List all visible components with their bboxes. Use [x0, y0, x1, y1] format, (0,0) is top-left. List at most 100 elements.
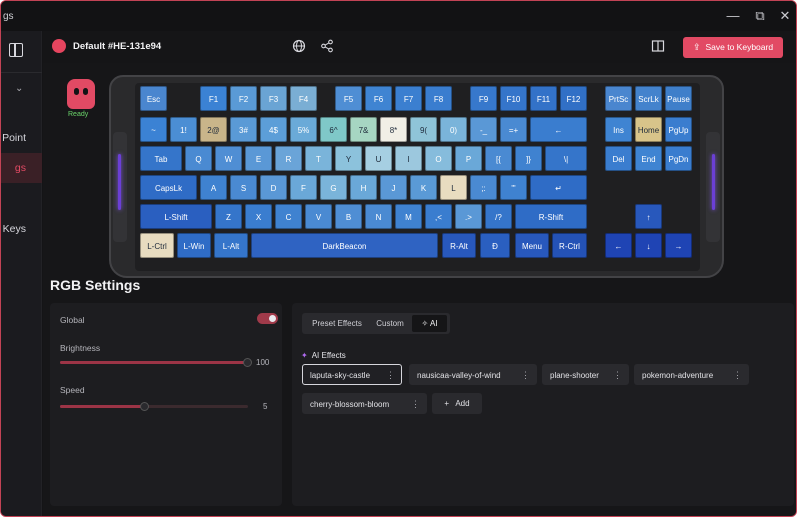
key-comma[interactable]: ,< [425, 204, 452, 229]
key-bslash[interactable]: \| [545, 146, 587, 171]
key-8[interactable]: 8* [380, 117, 407, 142]
key-s[interactable]: S [230, 175, 257, 200]
key-quote[interactable]: "' [500, 175, 527, 200]
key-5[interactable]: 5% [290, 117, 317, 142]
sidebar-item-point[interactable]: Point [1, 123, 42, 153]
globe-icon[interactable] [291, 39, 307, 55]
tab-preset-effects[interactable]: Preset Effects [305, 315, 369, 332]
key-6[interactable]: 6^ [320, 117, 347, 142]
key-w[interactable]: W [215, 146, 242, 171]
minimize-icon[interactable]: — [724, 7, 742, 25]
speed-slider[interactable] [60, 402, 248, 411]
key-space[interactable]: DarkBeacon [251, 233, 438, 258]
key-x[interactable]: X [245, 204, 272, 229]
tab-ai[interactable]: ✧ AI [412, 315, 447, 332]
key-right[interactable]: → [665, 233, 692, 258]
key-rshift[interactable]: R-Shift [515, 204, 587, 229]
key-lshift[interactable]: L-Shift [140, 204, 212, 229]
brightness-slider[interactable] [60, 358, 252, 367]
key-p[interactable]: P [455, 146, 482, 171]
key-k[interactable]: K [410, 175, 437, 200]
key-2[interactable]: 2@ [200, 117, 227, 142]
key-pause[interactable]: Pause [665, 86, 692, 111]
key-h[interactable]: H [350, 175, 377, 200]
key-1[interactable]: 1! [170, 117, 197, 142]
key-o[interactable]: O [425, 146, 452, 171]
key-menu[interactable]: Menu [515, 233, 549, 258]
key-lalt[interactable]: L-Alt [214, 233, 248, 258]
key-down[interactable]: ↓ [635, 233, 662, 258]
effect-chip[interactable]: laputa-sky-castle ⋮ [302, 364, 402, 385]
key-0[interactable]: 0) [440, 117, 467, 142]
key-tilde[interactable]: ~ [140, 117, 167, 142]
key-left[interactable]: ← [605, 233, 632, 258]
sidebar-toggle-icon[interactable] [9, 43, 23, 57]
key-g[interactable]: G [320, 175, 347, 200]
key-i[interactable]: I [395, 146, 422, 171]
key-f4[interactable]: F4 [290, 86, 317, 111]
key-rbrack[interactable]: ]} [515, 146, 542, 171]
key-9[interactable]: 9( [410, 117, 437, 142]
key-esc[interactable]: Esc [140, 86, 167, 111]
more-icon[interactable]: ⋮ [521, 365, 530, 386]
key-caps[interactable]: CapsLk [140, 175, 197, 200]
book-icon[interactable] [650, 39, 666, 55]
share-icon[interactable] [319, 39, 335, 55]
key-f7[interactable]: F7 [395, 86, 422, 111]
key-f1[interactable]: F1 [200, 86, 227, 111]
key-end[interactable]: End [635, 146, 662, 171]
key-3[interactable]: 3# [230, 117, 257, 142]
key-semi[interactable]: ;: [470, 175, 497, 200]
key-f[interactable]: F [290, 175, 317, 200]
profile-name[interactable]: Default #HE-131e94 [73, 41, 161, 52]
key-minus[interactable]: -_ [470, 117, 497, 142]
key-bksp[interactable]: ← [530, 117, 587, 142]
key-f11[interactable]: F11 [530, 86, 557, 111]
save-to-keyboard-button[interactable]: ⇪ Save to Keyboard [683, 37, 783, 58]
key-e[interactable]: E [245, 146, 272, 171]
key-a[interactable]: A [200, 175, 227, 200]
key-u[interactable]: U [365, 146, 392, 171]
key-f3[interactable]: F3 [260, 86, 287, 111]
key-prtsc[interactable]: PrtSc [605, 86, 632, 111]
key-z[interactable]: Z [215, 204, 242, 229]
key-f8[interactable]: F8 [425, 86, 452, 111]
key-f5[interactable]: F5 [335, 86, 362, 111]
effect-chip[interactable]: cherry-blossom-bloom ⋮ [302, 393, 427, 414]
key-f10[interactable]: F10 [500, 86, 527, 111]
key-ins[interactable]: Ins [605, 117, 632, 142]
close-icon[interactable]: ✕ [776, 7, 794, 25]
chevron-down-icon[interactable]: ⌄ [15, 83, 23, 94]
key-j[interactable]: J [380, 175, 407, 200]
key-tab[interactable]: Tab [140, 146, 182, 171]
sidebar-item-settings[interactable]: gs [1, 153, 42, 183]
profile-color-dot[interactable] [52, 39, 66, 53]
sidebar-item-keys[interactable]: Keys [1, 214, 42, 244]
effect-chip[interactable]: nausicaa-valley-of-wind ⋮ [409, 364, 537, 385]
more-icon[interactable]: ⋮ [386, 365, 395, 386]
key-ralt[interactable]: R-Alt [442, 233, 476, 258]
maximize-icon[interactable]: ⧉ [751, 7, 769, 25]
key-m[interactable]: M [395, 204, 422, 229]
key-home[interactable]: Home [635, 117, 662, 142]
key-up[interactable]: ↑ [635, 204, 662, 229]
key-y[interactable]: Y [335, 146, 362, 171]
key-equal[interactable]: =+ [500, 117, 527, 142]
key-lwin[interactable]: L-Win [177, 233, 211, 258]
key-rctrl[interactable]: R-Ctrl [552, 233, 587, 258]
key-scrlk[interactable]: ScrLk [635, 86, 662, 111]
brightness-thumb[interactable] [243, 358, 252, 367]
add-effect-button[interactable]: + Add [432, 393, 482, 414]
key-4[interactable]: 4$ [260, 117, 287, 142]
more-icon[interactable]: ⋮ [411, 394, 420, 415]
key-lbrack[interactable]: [{ [485, 146, 512, 171]
more-icon[interactable]: ⋮ [733, 365, 742, 386]
effect-chip[interactable]: plane-shooter ⋮ [542, 364, 629, 385]
more-icon[interactable]: ⋮ [613, 365, 622, 386]
key-b[interactable]: B [335, 204, 362, 229]
speed-thumb[interactable] [140, 402, 149, 411]
key-v[interactable]: V [305, 204, 332, 229]
key-q[interactable]: Q [185, 146, 212, 171]
key-c[interactable]: C [275, 204, 302, 229]
key-del[interactable]: Del [605, 146, 632, 171]
